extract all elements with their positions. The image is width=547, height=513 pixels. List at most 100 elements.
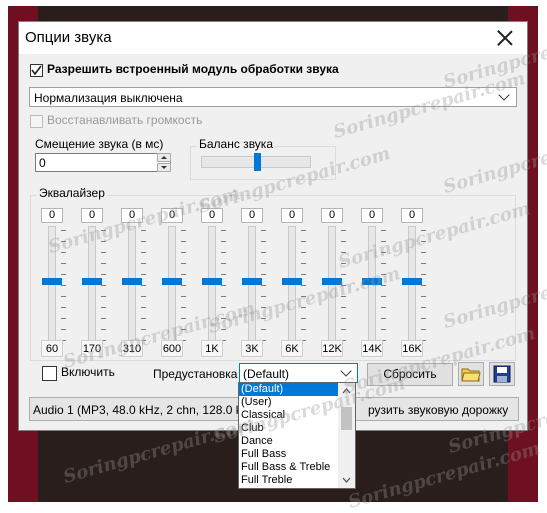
eq-band-value: 0 — [401, 208, 423, 223]
eq-tick — [341, 318, 346, 319]
eq-band-thumb[interactable] — [42, 278, 62, 285]
eq-band-slider[interactable] — [48, 226, 56, 344]
eq-tick — [181, 230, 186, 231]
eq-band-slider[interactable] — [128, 226, 136, 344]
eq-band-frequency: 310 — [121, 340, 143, 357]
eq-tick — [101, 307, 106, 308]
preset-option[interactable]: Club — [239, 422, 339, 435]
eq-band-slider[interactable] — [368, 226, 376, 344]
spin-up-button[interactable] — [157, 153, 171, 162]
audio-track-select[interactable]: Audio 1 (MP3, 48.0 kHz, 2 chn, 128.0 kbi… — [33, 403, 254, 417]
eq-tick — [341, 285, 346, 286]
eq-tick — [261, 307, 266, 308]
eq-band-value: 0 — [281, 208, 303, 223]
eq-band-slider[interactable] — [408, 226, 416, 344]
save-preset-button[interactable] — [489, 362, 515, 386]
dialog-title: Опции звука — [25, 29, 112, 46]
preset-option[interactable]: Dance — [239, 435, 339, 448]
balance-slider-thumb[interactable] — [254, 153, 261, 171]
eq-band-slider[interactable] — [168, 226, 176, 344]
enable-module-checkbox[interactable] — [30, 64, 43, 77]
balance-slider[interactable] — [201, 153, 311, 171]
preset-option[interactable]: Full Treble — [239, 474, 339, 487]
eq-band-thumb[interactable] — [402, 278, 422, 285]
eq-tick — [61, 252, 66, 253]
balance-label: Баланс звука — [197, 137, 275, 151]
preset-label: Предустановка — [153, 367, 238, 381]
reset-button[interactable]: Сбросить — [367, 363, 453, 386]
eq-band-value: 0 — [321, 208, 343, 223]
eq-tick — [301, 252, 306, 253]
scroll-down-icon[interactable] — [338, 474, 355, 486]
eq-tick — [101, 263, 106, 264]
eq-tick — [101, 285, 106, 286]
eq-band-frequency: 16K — [401, 340, 423, 357]
eq-tick — [181, 285, 186, 286]
eq-band-thumb[interactable] — [282, 278, 302, 285]
eq-tick — [101, 274, 106, 275]
eq-band-slider[interactable] — [88, 226, 96, 344]
spin-down-button[interactable] — [157, 163, 171, 172]
eq-band-frequency: 3K — [241, 340, 263, 357]
open-preset-button[interactable] — [458, 362, 484, 386]
restore-volume-label: Восстанавливать громкость — [47, 113, 203, 127]
eq-tick — [301, 318, 306, 319]
offset-label: Смещение звука (в мс) — [35, 137, 164, 151]
eq-tick — [341, 230, 346, 231]
eq-band-thumb[interactable] — [162, 278, 182, 285]
restore-volume-checkbox[interactable] — [30, 115, 43, 128]
load-audio-track-button[interactable]: рузить звуковую дорожку — [368, 403, 508, 417]
eq-band-slider[interactable] — [288, 226, 296, 344]
eq-band-slider[interactable] — [328, 226, 336, 344]
eq-band-frequency: 170 — [81, 340, 103, 357]
preset-option[interactable]: (User) — [239, 396, 339, 409]
eq-band-thumb[interactable] — [322, 278, 342, 285]
eq-tick — [221, 329, 226, 330]
eq-tick — [61, 307, 66, 308]
save-icon — [493, 365, 511, 383]
eq-band-slider[interactable] — [208, 226, 216, 344]
eq-tick — [421, 274, 426, 275]
eq-tick — [181, 252, 186, 253]
eq-tick — [341, 263, 346, 264]
preset-option[interactable]: (Default) — [239, 383, 339, 396]
eq-tick — [61, 285, 66, 286]
eq-tick — [261, 329, 266, 330]
eq-tick — [181, 241, 186, 242]
eq-band-thumb[interactable] — [202, 278, 222, 285]
offset-spinner[interactable] — [157, 153, 171, 172]
eq-tick — [221, 230, 226, 231]
eq-tick — [221, 241, 226, 242]
eq-band-thumb[interactable] — [362, 278, 382, 285]
eq-tick — [301, 263, 306, 264]
eq-tick — [141, 252, 146, 253]
eq-band-slider[interactable] — [248, 226, 256, 344]
offset-value: 0 — [39, 156, 46, 170]
preset-select[interactable]: (Default) — [239, 363, 358, 383]
eq-band-thumb[interactable] — [122, 278, 142, 285]
preset-option[interactable]: Classical — [239, 409, 339, 422]
eq-tick — [261, 296, 266, 297]
preset-option[interactable]: Full Bass — [239, 448, 339, 461]
arrow-up-icon — [161, 156, 167, 159]
eq-tick — [221, 318, 226, 319]
eq-band-thumb[interactable] — [82, 278, 102, 285]
eq-tick — [421, 241, 426, 242]
eq-tick — [421, 307, 426, 308]
eq-tick — [341, 296, 346, 297]
eq-tick — [141, 241, 146, 242]
eq-tick — [141, 263, 146, 264]
scrollbar-thumb[interactable] — [341, 407, 352, 430]
eq-band-frequency: 1K — [201, 340, 223, 357]
dropdown-scrollbar[interactable] — [338, 383, 355, 488]
scroll-up-icon[interactable] — [338, 385, 355, 397]
equalizer-enable-checkbox[interactable] — [42, 366, 57, 381]
eq-band-thumb[interactable] — [242, 278, 262, 285]
normalization-select[interactable]: Нормализация выключена — [29, 87, 517, 107]
offset-input[interactable]: 0 — [35, 153, 171, 172]
equalizer-label: Эквалайзер — [37, 186, 107, 200]
close-icon[interactable] — [495, 28, 515, 48]
eq-tick — [421, 285, 426, 286]
preset-option[interactable]: Full Bass & Treble — [239, 461, 339, 474]
eq-tick — [381, 252, 386, 253]
